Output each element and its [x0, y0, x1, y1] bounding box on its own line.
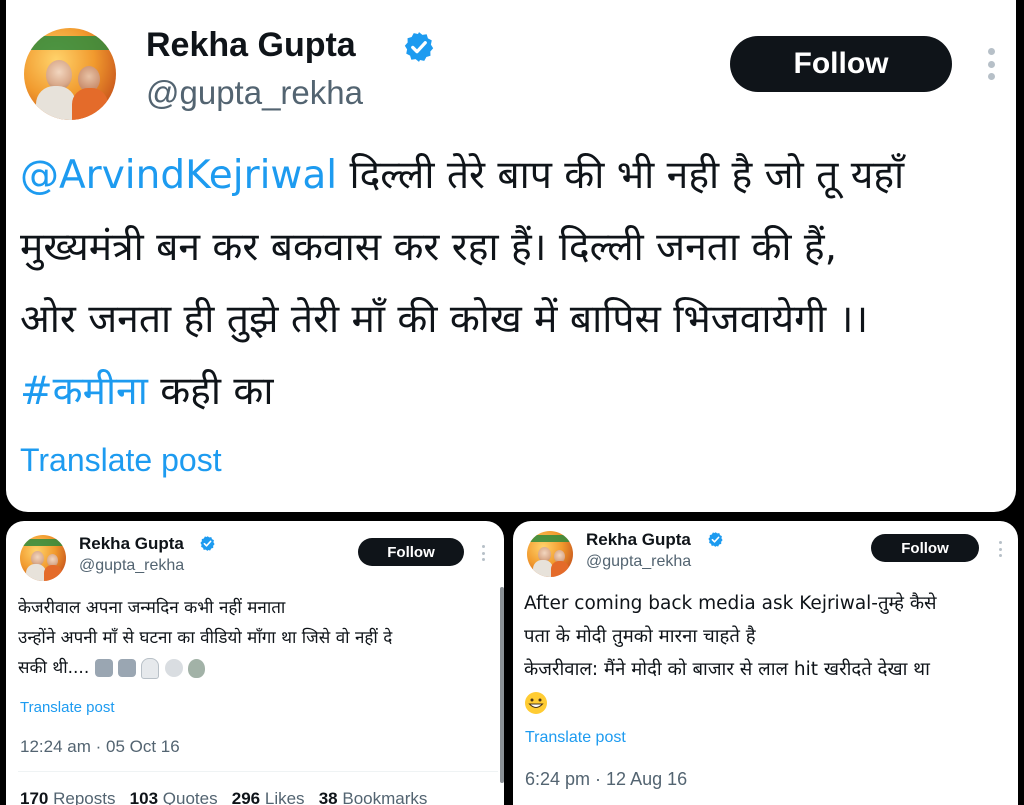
display-name[interactable]: Rekha Gupta — [146, 26, 356, 65]
translate-post-link[interactable]: Translate post — [525, 729, 626, 747]
tweet-text: After coming back media ask Kejriwal-तुम… — [524, 587, 1014, 719]
robot-face-emoji — [118, 659, 137, 677]
display-name[interactable]: Rekha Gupta — [79, 534, 184, 554]
hashtag-link[interactable]: #कमीना — [20, 369, 148, 414]
ghost-emoji — [141, 657, 160, 679]
verified-badge-icon — [708, 532, 723, 547]
tweet-text: केजरीवाल अपना जन्मदिन कभी नहीं मनाता उन्… — [18, 598, 393, 679]
main-tweet-card: Rekha Gupta @gupta_rekha Follow @ArvindK… — [6, 0, 1016, 512]
handle[interactable]: @gupta_rekha — [146, 74, 363, 112]
timestamp[interactable]: 6:24 pm · 12 Aug 16 — [525, 769, 687, 790]
display-name[interactable]: Rekha Gupta — [586, 530, 691, 550]
avatar[interactable] — [24, 28, 116, 120]
avatar[interactable] — [527, 531, 573, 577]
scrollbar[interactable] — [500, 587, 504, 783]
alien-emoji — [188, 658, 206, 678]
avatar[interactable] — [20, 535, 66, 581]
tweet-text: @ArvindKejriwal दिल्ली तेरे बाप की भी नह… — [20, 153, 905, 414]
more-options-icon[interactable] — [985, 48, 997, 80]
translate-post-link[interactable]: Translate post — [20, 442, 222, 479]
verified-badge-icon — [200, 536, 215, 551]
reposts-stat[interactable]: 170 Reposts — [20, 789, 115, 805]
quotes-stat[interactable]: 103 Quotes — [130, 789, 218, 805]
mention-link[interactable]: @ArvindKejriwal — [20, 153, 337, 198]
handle[interactable]: @gupta_rekha — [79, 557, 184, 575]
skull-emoji — [164, 659, 183, 677]
translate-post-link[interactable]: Translate post — [20, 699, 115, 716]
likes-stat[interactable]: 296 Likes — [232, 789, 305, 805]
follow-button[interactable]: Follow — [358, 538, 464, 566]
divider — [18, 771, 498, 772]
follow-button[interactable]: Follow — [730, 36, 952, 92]
engagement-stats: 170 Reposts 103 Quotes 296 Likes 38 Book… — [20, 789, 427, 805]
grinning-face-emoji — [525, 692, 547, 714]
more-options-icon[interactable] — [997, 541, 1003, 557]
right-tweet-card: Rekha Gupta @gupta_rekha Follow After co… — [513, 521, 1018, 805]
robot-face-emoji — [94, 659, 113, 677]
more-options-icon[interactable] — [480, 545, 486, 561]
timestamp[interactable]: 12:24 am · 05 Oct 16 — [20, 737, 180, 757]
bookmarks-stat[interactable]: 38 Bookmarks — [319, 789, 428, 805]
left-tweet-card: Rekha Gupta @gupta_rekha Follow केजरीवाल… — [6, 521, 504, 805]
handle[interactable]: @gupta_rekha — [586, 553, 691, 571]
verified-badge-icon — [404, 32, 434, 62]
follow-button[interactable]: Follow — [871, 534, 979, 562]
